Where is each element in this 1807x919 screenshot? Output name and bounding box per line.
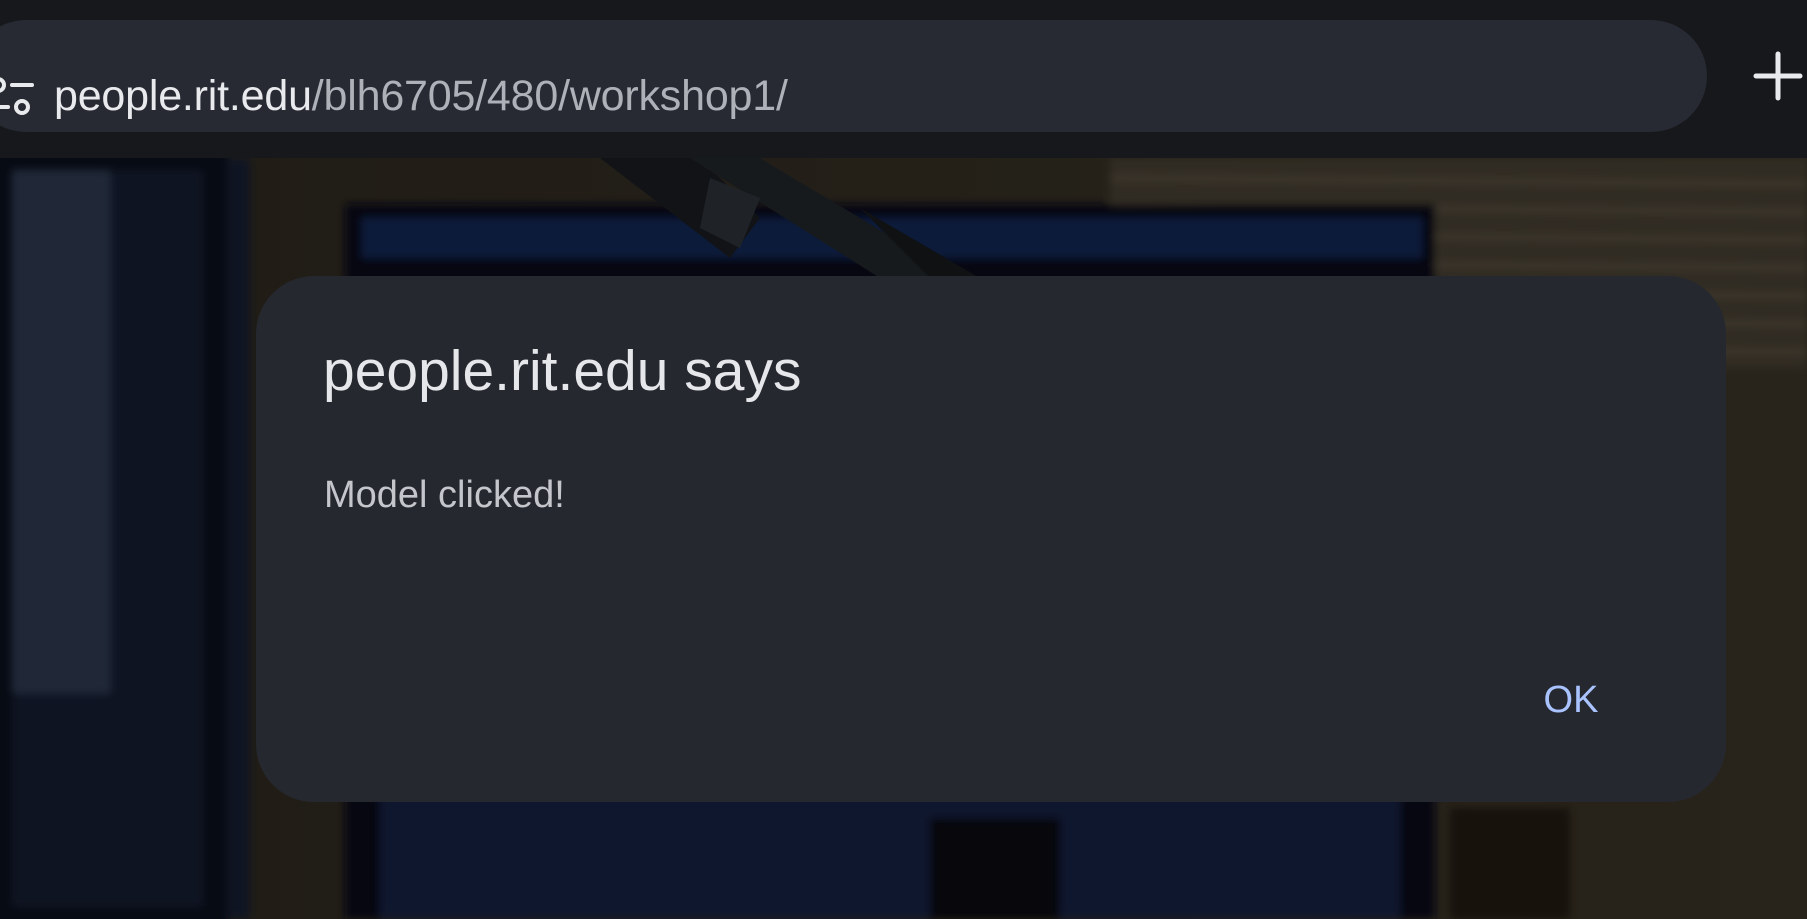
plus-icon[interactable] [1752, 50, 1804, 102]
url-host: people.rit.edu [54, 72, 312, 120]
ok-button[interactable]: OK [1506, 660, 1636, 740]
browser-toolbar: people.rit.edu/blh6705/480/workshop1/ [0, 0, 1807, 158]
dialog-title: people.rit.edu says [323, 339, 802, 403]
address-bar[interactable]: people.rit.edu/blh6705/480/workshop1/ [0, 20, 1707, 132]
tune-icon[interactable] [0, 76, 34, 116]
dialog-message: Model clicked! [324, 474, 565, 516]
alert-dialog: people.rit.edu says Model clicked! OK [256, 276, 1726, 802]
url-text[interactable]: people.rit.edu/blh6705/480/workshop1/ [54, 66, 788, 126]
url-path: /blh6705/480/workshop1/ [311, 72, 788, 120]
